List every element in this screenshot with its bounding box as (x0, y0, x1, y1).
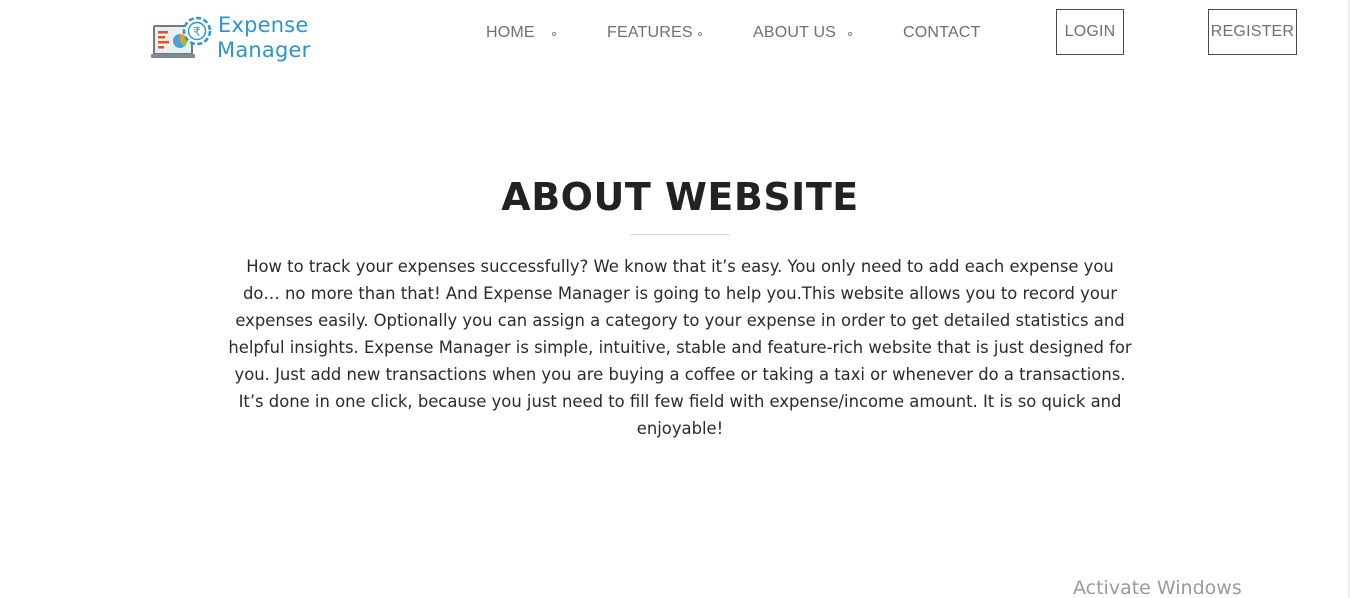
page: ₹ Expense Manager HOME FEATURES ABOUT US… (0, 0, 1350, 598)
brand-logo[interactable]: ₹ Expense Manager (151, 12, 311, 66)
nav-contact[interactable]: CONTACT (903, 23, 981, 43)
register-button[interactable]: REGISTER (1208, 9, 1297, 55)
brand-name: Expense Manager (217, 13, 310, 63)
nav-separator-dot (848, 32, 852, 36)
nav-separator-dot (698, 32, 702, 36)
login-button[interactable]: LOGIN (1056, 9, 1124, 55)
about-description: How to track your expenses successfully?… (228, 257, 1132, 438)
nav-home[interactable]: HOME (486, 23, 535, 43)
nav-about-us[interactable]: ABOUT US (753, 23, 836, 43)
heading-divider (630, 234, 730, 235)
svg-text:₹: ₹ (193, 25, 201, 39)
nav-features[interactable]: FEATURES (607, 23, 693, 43)
activate-windows-watermark: Activate Windows (1073, 577, 1242, 598)
brand-line2: Manager (217, 38, 311, 62)
laptop-chart-rupee-icon: ₹ (151, 16, 212, 58)
nav-separator-dot (552, 32, 556, 36)
about-heading: ABOUT WEBSITE (501, 175, 859, 219)
brand-line1: Expense (218, 13, 309, 37)
